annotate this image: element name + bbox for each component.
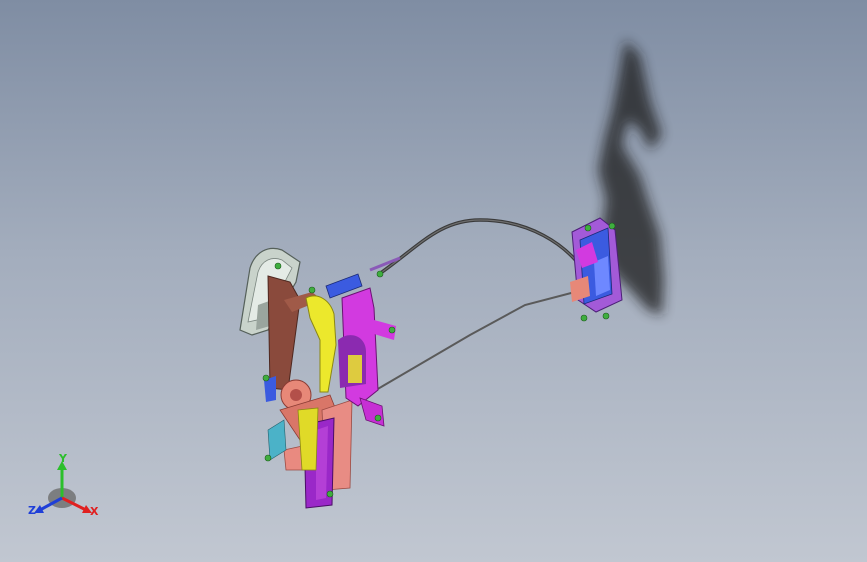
triad-z-label: Z [28, 504, 36, 517]
cable-upper[interactable] [380, 218, 584, 274]
right-latch[interactable] [570, 217, 623, 313]
coordinate-triad[interactable]: Y Z X [26, 448, 106, 522]
triad-y-label: Y [59, 452, 67, 465]
lever-brown[interactable] [267, 275, 322, 391]
cad-viewport[interactable]: Y Z X [0, 0, 867, 562]
model-scene[interactable] [0, 0, 867, 562]
cable-lower[interactable] [375, 291, 576, 391]
triad-x-label: X [90, 505, 99, 518]
